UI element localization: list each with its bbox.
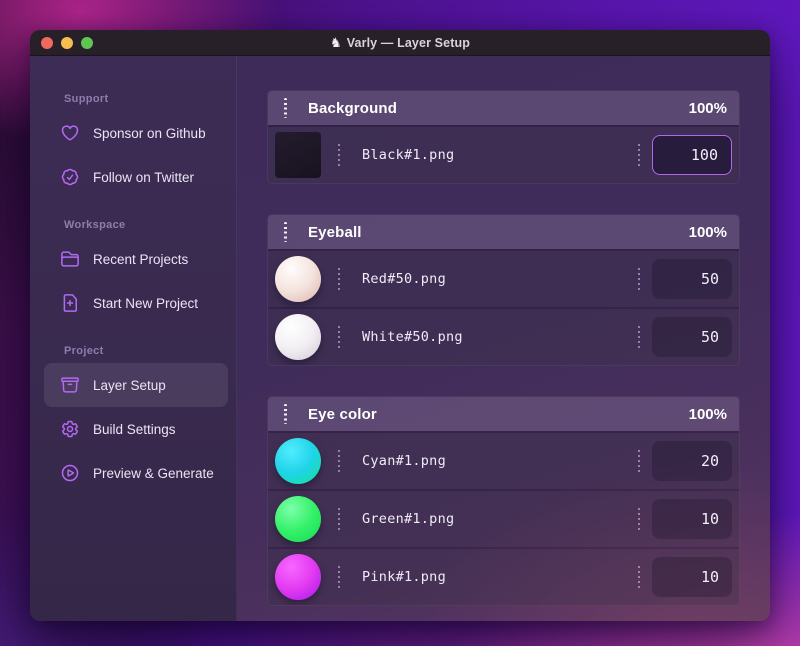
dotted-separator-icon [638,326,640,348]
black-square-thumbnail [275,132,321,178]
title-bar[interactable]: ♞ Varly — Layer Setup [30,30,770,56]
layer-filename: White#50.png [362,329,463,345]
layer-group-background: Background 100% Black#1.png [267,90,740,184]
layer-filename: Pink#1.png [362,569,446,585]
layer-group-header[interactable]: Eyeball 100% [268,215,739,249]
archive-box-icon [60,375,80,395]
cyan-sphere-thumbnail [275,438,321,484]
layer-filename: Cyan#1.png [362,453,446,469]
sidebar-item-follow-on-twitter[interactable]: Follow on Twitter [44,155,228,199]
layer-group-eye-color: Eye color 100% Cyan#1.png Green#1.png Pi… [267,396,740,606]
dotted-separator-icon [638,566,640,588]
sidebar-section-label: Project [64,345,104,357]
green-sphere-thumbnail [275,496,321,542]
sidebar-item-label: Start New Project [93,295,199,311]
layer-row-green-1-png: Green#1.png [268,491,739,547]
sidebar-item-label: Preview & Generate [93,465,214,481]
drag-handle-icon[interactable] [284,404,287,424]
layer-group-weight: 100% [688,223,727,241]
layer-row-pink-1-png: Pink#1.png [268,549,739,605]
white-sphere-thumbnail [275,314,321,360]
minimize-button[interactable] [61,37,73,49]
layer-group-name: Background [308,99,398,117]
document-plus-icon [60,293,80,313]
sidebar-item-label: Sponsor on Github [93,125,206,141]
sidebar-item-layer-setup[interactable]: Layer Setup [44,363,228,407]
layer-group-weight: 100% [688,99,727,117]
dotted-separator-icon [638,508,640,530]
layer-row-white-50-png: White#50.png [268,309,739,365]
layer-weight-input[interactable] [652,499,732,539]
layers-panel: Background 100% Black#1.png Eyeball 100%… [237,56,770,621]
layer-weight-input[interactable] [652,441,732,481]
sidebar-section-label: Support [64,93,109,105]
layer-group-header[interactable]: Background 100% [268,91,739,125]
sidebar-item-build-settings[interactable]: Build Settings [44,407,228,451]
drag-handle-icon[interactable] [284,98,287,118]
layer-weight-input[interactable] [652,557,732,597]
app-window: ♞ Varly — Layer Setup Support Sponsor on… [30,30,770,621]
sidebar-item-start-new-project[interactable]: Start New Project [44,281,228,325]
sidebar-item-recent-projects[interactable]: Recent Projects [44,237,228,281]
layer-group-weight: 100% [688,405,727,423]
sidebar-item-label: Recent Projects [93,251,189,267]
window-title-text: Varly — Layer Setup [346,36,471,50]
layer-group-name: Eyeball [308,223,362,241]
sidebar-section-workspace: Workspace Recent Projects Start New Proj… [44,219,228,325]
layer-weight-input[interactable] [652,259,732,299]
layer-row-red-50-png: Red#50.png [268,251,739,307]
folder-icon [60,249,80,269]
layer-row-cyan-1-png: Cyan#1.png [268,433,739,489]
play-circle-icon [60,463,80,483]
unicorn-icon: ♞ [329,35,342,50]
dotted-separator-icon [638,268,640,290]
dotted-separator-icon [638,450,640,472]
layer-weight-input[interactable] [652,135,732,175]
layer-filename: Green#1.png [362,511,455,527]
sidebar-section-support: Support Sponsor on Github Follow on Twit… [44,93,228,199]
dotted-separator-icon [338,566,340,588]
layer-group-name: Eye color [308,405,377,423]
layer-group-header[interactable]: Eye color 100% [268,397,739,431]
window-title: ♞ Varly — Layer Setup [30,35,770,51]
dotted-separator-icon [338,268,340,290]
pink-sphere-thumbnail [275,554,321,600]
dotted-separator-icon [338,450,340,472]
dotted-separator-icon [638,144,640,166]
layer-weight-input[interactable] [652,317,732,357]
sidebar-item-label: Layer Setup [93,377,166,393]
desktop-background: { "window": { "title": "Varly — Layer Se… [0,0,800,646]
dotted-separator-icon [338,326,340,348]
red-sphere-thumbnail [275,256,321,302]
heart-icon [60,123,80,143]
sidebar-item-label: Build Settings [93,421,176,437]
layer-group-eyeball: Eyeball 100% Red#50.png White#50.png [267,214,740,366]
layer-row-black-1-png: Black#1.png [268,127,739,183]
sidebar: Support Sponsor on Github Follow on Twit… [30,56,237,621]
dotted-separator-icon [338,144,340,166]
layer-filename: Black#1.png [362,147,455,163]
close-button[interactable] [41,37,53,49]
sidebar-section-project: Project Layer Setup Build Settings Previ… [44,345,228,495]
sidebar-item-label: Follow on Twitter [93,169,195,185]
layer-filename: Red#50.png [362,271,446,287]
traffic-lights [41,37,93,49]
drag-handle-icon[interactable] [284,222,287,242]
dotted-separator-icon [338,508,340,530]
sidebar-item-sponsor-on-github[interactable]: Sponsor on Github [44,111,228,155]
sidebar-section-label: Workspace [64,219,126,231]
maximize-button[interactable] [81,37,93,49]
sidebar-item-preview-generate[interactable]: Preview & Generate [44,451,228,495]
badge-check-icon [60,167,80,187]
gear-icon [60,419,80,439]
